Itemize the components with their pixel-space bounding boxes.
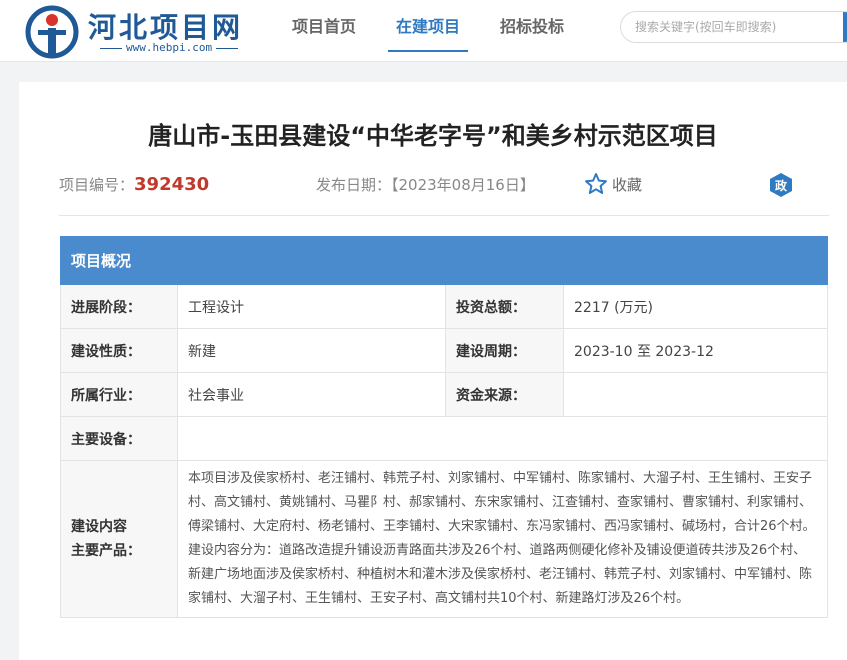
table-row: 进展阶段： 工程设计 投资总额： 2217 (万元) — [60, 284, 828, 329]
fund-label: 资金来源： — [445, 372, 564, 417]
nav-item-bidding[interactable]: 招标投标 — [480, 0, 584, 62]
industry-value: 社会事业 — [177, 372, 446, 417]
table-row: 所属行业： 社会事业 资金来源： — [60, 372, 828, 417]
content-value: 本项目涉及侯家桥村、老汪铺村、韩荒子村、刘家铺村、中军铺村、陈家铺村、大溜子村、… — [177, 460, 828, 618]
nature-label: 建设性质： — [60, 328, 178, 373]
project-id-value: 392430 — [134, 174, 210, 195]
content-label-line1: 建设内容 — [71, 519, 127, 535]
favorite-label: 收藏 — [612, 175, 643, 194]
industry-label: 所属行业： — [60, 372, 178, 417]
content-label-line2: 主要产品： — [71, 543, 141, 559]
site-logo-icon[interactable] — [24, 4, 80, 60]
publish-date: 发布日期：【2023年08月16日】 — [316, 176, 535, 194]
period-label: 建设周期： — [445, 328, 564, 373]
star-icon — [585, 173, 607, 194]
period-value: 2023-10 至 2023-12 — [563, 328, 828, 373]
table-row: 建设内容 主要产品： 本项目涉及侯家桥村、老汪铺村、韩荒子村、刘家铺村、中军铺村… — [60, 460, 828, 618]
gov-badge-icon[interactable]: 政 — [769, 172, 793, 198]
nav-item-ongoing-projects[interactable]: 在建项目 — [376, 0, 480, 62]
fund-value — [563, 372, 828, 417]
equipment-label: 主要设备： — [60, 416, 178, 461]
equipment-value — [177, 416, 828, 461]
divider — [59, 215, 829, 216]
search-box — [620, 11, 847, 43]
project-overview-table: 项目概况 进展阶段： 工程设计 投资总额： 2217 (万元) 建设性质： 新建… — [60, 236, 828, 618]
table-row: 主要设备： — [60, 416, 828, 461]
invest-value: 2217 (万元) — [563, 284, 828, 329]
site-url: www.hebpi.com — [96, 41, 242, 54]
main-nav: 项目首页 在建项目 招标投标 — [272, 0, 584, 62]
site-header: 河北项目网 www.hebpi.com 项目首页 在建项目 招标投标 — [0, 0, 847, 62]
content-label: 建设内容 主要产品： — [60, 460, 178, 618]
favorite-button[interactable]: 收藏 — [584, 172, 642, 196]
stage-label: 进展阶段： — [60, 284, 178, 329]
table-row: 建设性质： 新建 建设周期： 2023-10 至 2023-12 — [60, 328, 828, 373]
nature-value: 新建 — [177, 328, 446, 373]
page-title: 唐山市-玉田县建设“中华老字号”和美乡村示范区项目 — [148, 122, 718, 150]
project-id-label: 项目编号： — [59, 176, 135, 194]
site-name[interactable]: 河北项目网 — [88, 6, 243, 46]
gov-badge-label: 政 — [775, 178, 788, 193]
section-title-overview: 项目概况 — [60, 236, 828, 285]
nav-item-home[interactable]: 项目首页 — [272, 0, 376, 62]
invest-label: 投资总额： — [445, 284, 564, 329]
stage-value: 工程设计 — [177, 284, 446, 329]
project-id: 项目编号：392430 — [59, 174, 209, 195]
search-input[interactable] — [621, 12, 831, 42]
project-detail-card: 唐山市-玉田县建设“中华老字号”和美乡村示范区项目 项目编号：392430 发布… — [19, 82, 847, 660]
search-button[interactable] — [843, 12, 847, 42]
